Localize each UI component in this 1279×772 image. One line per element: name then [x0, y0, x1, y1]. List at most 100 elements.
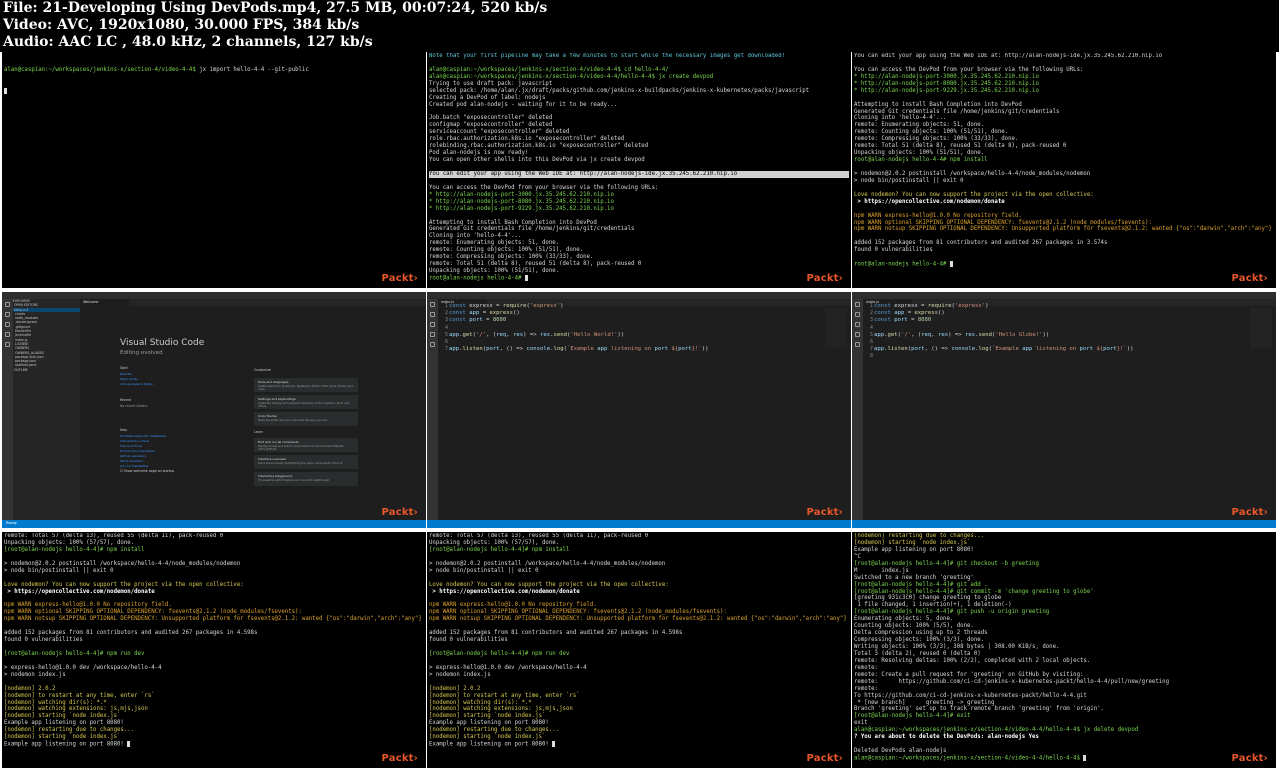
terminal-line: ^C	[854, 553, 861, 560]
terminal-line: remote: Total 51 (delta 8), reused 51 (d…	[429, 261, 642, 268]
debug-icon[interactable]	[430, 332, 435, 337]
extensions-icon[interactable]	[855, 342, 860, 347]
activity-bar	[2, 299, 13, 520]
code-line: const port = 8080	[874, 317, 932, 324]
terminal-line: [root@alan-nodejs hello-4-4]# npm run de…	[4, 650, 145, 657]
terminal-line: npm WARN optional SKIPPING OPTIONAL DEPE…	[854, 219, 1152, 226]
help-link-tips[interactable]: Tips and Tricks	[120, 444, 142, 448]
search-icon[interactable]	[430, 312, 435, 317]
terminal-line: exit	[854, 720, 868, 727]
terminal-output: Note that your first pipeline may take a…	[429, 53, 849, 288]
status-bar: Ready	[2, 520, 426, 528]
terminal-output: remote: Total 57 (delta 13), reused 55 (…	[4, 533, 424, 768]
help-link-docs[interactable]: Product documentation	[120, 449, 155, 453]
terminal-line: npm WARN optional SKIPPING OPTIONAL DEPE…	[429, 609, 727, 616]
terminal-line: [nodemon] watching dir(s): *.*	[429, 699, 532, 706]
explorer-icon[interactable]	[855, 302, 860, 307]
tab-welcome[interactable]: Welcome	[80, 299, 129, 306]
code-editor[interactable]: const express = require('express') const …	[874, 303, 1272, 361]
debug-icon[interactable]	[855, 332, 860, 337]
terminal-line: Example app listening on port 8080!	[429, 741, 849, 748]
terminal-line: Job.batch "exposecontroller" deleted	[429, 115, 553, 122]
explorer-icon[interactable]	[430, 302, 435, 307]
terminal-line: ? You are about to delete the DevPods: a…	[854, 734, 1039, 741]
card-color-theme[interactable]: Color theme Make the editor and your code…	[254, 412, 358, 426]
card-tools-languages[interactable]: Tools and languages Install support for J…	[254, 378, 358, 392]
code-editor[interactable]: const express = require('express') const …	[449, 303, 847, 353]
line-numbers: 12345678	[869, 303, 873, 360]
terminal-line: [nodemon] starting `node index.js`	[429, 734, 546, 741]
terminal-line: Counting objects: 100% (5/5), done.	[854, 623, 974, 630]
terminal-line: [nodemon] 2.0.2	[429, 685, 481, 692]
extensions-icon[interactable]	[430, 342, 435, 347]
help-link-github[interactable]: GitHub repository	[120, 454, 147, 458]
file-info: File: 21-Developing Using DevPods.mp4, 2…	[3, 0, 548, 16]
search-icon[interactable]	[5, 312, 10, 317]
terminal-line: remote: Compressing objects: 100% (33/33…	[429, 254, 594, 261]
terminal-line: Branch 'greeting' set up to track remote…	[854, 706, 1104, 713]
source-control-icon[interactable]	[430, 322, 435, 327]
add-workspace-folder-link[interactable]: Add workspace folder...	[120, 382, 155, 386]
status-bar	[427, 520, 851, 528]
terminal-line: alan@caspian:~/workspaces/jenkins-x/sect…	[429, 73, 714, 80]
open-folder-link[interactable]: Open folder...	[120, 377, 140, 381]
terminal-line: * http://alan-nodejs-port-8080.jx.35.245…	[854, 80, 1039, 87]
help-link-stackoverflow[interactable]: Stack Overflow	[120, 459, 143, 463]
shell-command: jx import hello-4-4 --git-public	[195, 66, 309, 73]
source-control-icon[interactable]	[5, 322, 10, 327]
help-link-cheatsheet[interactable]: Printable keyboard cheatsheet	[120, 434, 166, 438]
terminal-line: Unpacking objects: 100% (57/57), done.	[429, 539, 560, 546]
thumbnail-9-terminal: [nodemon] restarting due to changes... [n…	[852, 532, 1276, 768]
card-interface-overview[interactable]: Interface overview Get a visual overlay h…	[254, 455, 358, 469]
new-file-link[interactable]: New file	[120, 372, 132, 376]
extensions-icon[interactable]	[5, 342, 10, 347]
card-find-commands[interactable]: Find and run all commands Rapidly access …	[254, 438, 358, 452]
packt-logo: Packt›	[381, 273, 418, 284]
status-bar	[852, 520, 1276, 528]
terminal-line: root@alan-nodejs hello-4-4#	[854, 261, 1274, 268]
terminal-line: > express-hello@1.0.0 dev /workspace/hel…	[429, 664, 587, 671]
terminal-line: remote: Resolving deltas: 100% (2/2), co…	[854, 657, 1091, 664]
debug-icon[interactable]	[5, 332, 10, 337]
welcome-subtitle: Editing evolved	[120, 350, 163, 356]
help-link-videos[interactable]: Introductory videos	[120, 439, 149, 443]
terminal-line: Trying to use draft pack: javascript	[429, 80, 553, 87]
explorer-icon[interactable]	[5, 302, 10, 307]
card-interactive-playground[interactable]: Interactive playground Try essential edit…	[254, 472, 358, 486]
terminal-line: remote: Counting objects: 100% (51/51), …	[429, 247, 584, 254]
terminal-line: remote: Total 57 (delta 13), reused 55 (…	[429, 533, 649, 539]
packt-logo: Packt›	[381, 753, 418, 764]
terminal-line: [root@alan-nodejs hello-4-4]# git add .	[854, 581, 988, 588]
search-icon[interactable]	[855, 312, 860, 317]
card-settings-keybindings[interactable]: Settings and keybindings Install the sett…	[254, 395, 358, 409]
welcome-title: Visual Studio Code	[120, 338, 205, 348]
code-line: app.get('/', (req, res) => res.send('Hel…	[449, 331, 625, 338]
terminal-line: Example app listening on port 8080!	[4, 741, 424, 748]
terminal-line: found 0 vulnerabilities	[854, 247, 933, 254]
terminal-line: Switched to a new branch 'greeting'	[854, 574, 974, 581]
terminal-line: Cloning into 'hello-4-4'...	[429, 233, 522, 240]
terminal-line: Enumerating objects: 5, done.	[854, 616, 954, 623]
terminal-line: [nodemon] restarting due to changes...	[4, 727, 135, 734]
show-welcome-checkbox[interactable]: ☑ Show welcome page on startup	[120, 469, 174, 473]
terminal-line: > https://opencollective.com/nodemon/don…	[4, 588, 155, 595]
terminal-line: You can edit your app using the Web IDE …	[429, 170, 849, 178]
terminal-line: remote: Compressing objects: 100% (33/33…	[854, 136, 1019, 143]
source-control-icon[interactable]	[855, 322, 860, 327]
terminal-line: Example app listening on port 8080!	[429, 720, 549, 727]
help-link-newsletter[interactable]: Join our Newsletter	[120, 464, 149, 468]
